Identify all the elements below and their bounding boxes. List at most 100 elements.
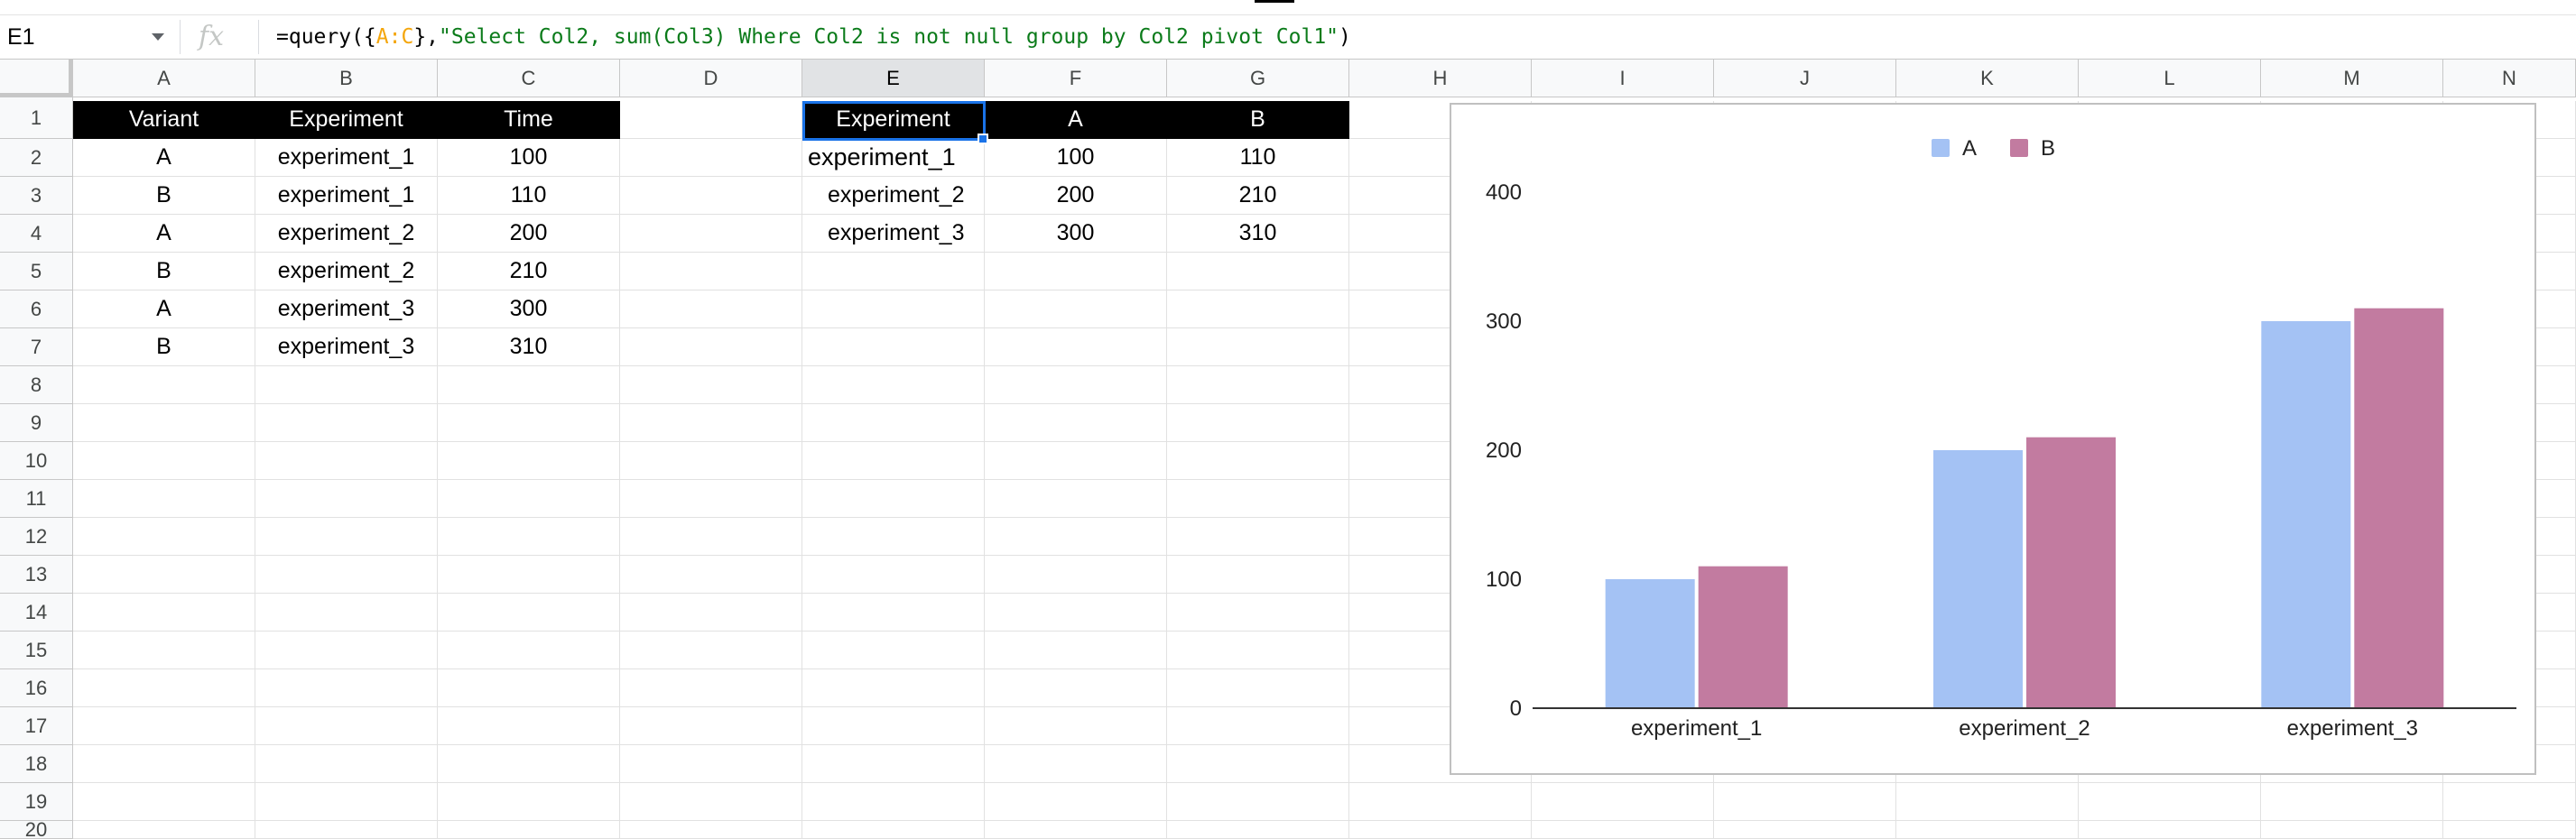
variant-cell[interactable]: B — [73, 253, 255, 290]
grid-cell[interactable] — [255, 821, 438, 839]
row-header-8[interactable]: 8 — [0, 366, 73, 404]
grid-cell[interactable] — [1167, 480, 1349, 518]
grid-cell[interactable] — [620, 556, 802, 594]
grid-cell[interactable] — [620, 707, 802, 745]
grid-cell[interactable] — [985, 783, 1167, 821]
pivot-b-cell[interactable]: 310 — [1167, 215, 1349, 253]
pivot-experiment-cell[interactable]: experiment_3 — [802, 215, 985, 253]
grid-cell[interactable] — [1167, 328, 1349, 366]
grid-cell[interactable] — [620, 101, 802, 139]
grid-cell[interactable] — [73, 669, 255, 707]
bar-chart[interactable]: 0 100 200 300 400 experiment_1 experiment_2 exp… — [1450, 103, 2536, 775]
grid-cell[interactable] — [620, 290, 802, 328]
grid-cell[interactable] — [1167, 442, 1349, 480]
column-header-d[interactable]: D — [620, 60, 802, 97]
column-header-g[interactable]: G — [1167, 60, 1349, 97]
grid-cell[interactable] — [73, 707, 255, 745]
grid-cell[interactable] — [255, 366, 438, 404]
grid-cell[interactable] — [802, 745, 985, 783]
grid-cell[interactable] — [73, 404, 255, 442]
grid-cell[interactable] — [438, 442, 620, 480]
grid-cell[interactable] — [802, 480, 985, 518]
grid-cell[interactable] — [1532, 821, 1714, 839]
row-header-14[interactable]: 14 — [0, 594, 73, 632]
pivot-b-cell[interactable]: 110 — [1167, 139, 1349, 177]
chevron-down-icon[interactable] — [152, 33, 164, 41]
row-header-7[interactable]: 7 — [0, 328, 73, 366]
fill-handle[interactable] — [978, 134, 988, 144]
grid-cell[interactable] — [73, 518, 255, 556]
column-header-b[interactable]: B — [255, 60, 438, 97]
grid-cell[interactable] — [438, 669, 620, 707]
grid-cell[interactable] — [802, 442, 985, 480]
column-header-j[interactable]: J — [1714, 60, 1896, 97]
grid-cell[interactable] — [1167, 745, 1349, 783]
row-header-19[interactable]: 19 — [0, 783, 73, 821]
grid-cell[interactable] — [73, 442, 255, 480]
time-cell[interactable]: 110 — [438, 177, 620, 215]
grid-cell[interactable] — [802, 783, 985, 821]
source-header-cell[interactable]: Variant — [73, 101, 255, 139]
grid-cell[interactable] — [255, 404, 438, 442]
row-header-10[interactable]: 10 — [0, 442, 73, 480]
grid-cell[interactable] — [438, 556, 620, 594]
grid-cell[interactable] — [1167, 404, 1349, 442]
grid-cell[interactable] — [255, 783, 438, 821]
row-header-20[interactable]: 20 — [0, 820, 73, 839]
grid-cell[interactable] — [802, 556, 985, 594]
variant-cell[interactable]: B — [73, 177, 255, 215]
grid-cell[interactable] — [802, 821, 985, 839]
grid-cell[interactable] — [985, 253, 1167, 290]
select-all-corner[interactable] — [0, 60, 73, 97]
grid-cell[interactable] — [255, 745, 438, 783]
grid-cell[interactable] — [620, 821, 802, 839]
pivot-a-cell[interactable]: 200 — [985, 177, 1167, 215]
grid-cell[interactable] — [73, 745, 255, 783]
grid-cell[interactable] — [255, 707, 438, 745]
grid-cell[interactable] — [1167, 253, 1349, 290]
variant-cell[interactable]: B — [73, 328, 255, 366]
row-header-12[interactable]: 12 — [0, 518, 73, 556]
experiment-cell[interactable]: experiment_3 — [255, 328, 438, 366]
experiment-cell[interactable]: experiment_2 — [255, 253, 438, 290]
column-header-l[interactable]: L — [2079, 60, 2261, 97]
grid-cell[interactable] — [1167, 594, 1349, 632]
grid-cell[interactable] — [620, 139, 802, 177]
formula-input[interactable]: =query({A:C},"Select Col2, sum(Col3) Whe… — [276, 15, 1351, 59]
grid-cell[interactable] — [73, 594, 255, 632]
grid-cell[interactable] — [620, 518, 802, 556]
grid-cell[interactable] — [73, 821, 255, 839]
grid-cell[interactable] — [985, 442, 1167, 480]
grid-cell[interactable] — [1349, 821, 1532, 839]
row-header-16[interactable]: 16 — [0, 669, 73, 707]
grid-cell[interactable] — [73, 783, 255, 821]
column-header-n[interactable]: N — [2443, 60, 2576, 97]
grid-cell[interactable] — [438, 594, 620, 632]
time-cell[interactable]: 210 — [438, 253, 620, 290]
grid-cell[interactable] — [620, 669, 802, 707]
grid-cell[interactable] — [985, 404, 1167, 442]
grid-cell[interactable] — [1167, 366, 1349, 404]
experiment-cell[interactable]: experiment_1 — [255, 177, 438, 215]
column-header-k[interactable]: K — [1896, 60, 2079, 97]
grid-cell[interactable] — [1349, 783, 1532, 821]
grid-cell[interactable] — [1167, 290, 1349, 328]
grid-cell[interactable] — [2261, 783, 2443, 821]
grid-cell[interactable] — [255, 480, 438, 518]
grid-cell[interactable] — [255, 594, 438, 632]
grid-cell[interactable] — [985, 328, 1167, 366]
row-header-15[interactable]: 15 — [0, 632, 73, 669]
name-box[interactable]: E1 — [0, 15, 175, 59]
pivot-header-cell[interactable]: A — [985, 101, 1167, 139]
grid-cell[interactable] — [802, 290, 985, 328]
grid-cell[interactable] — [985, 480, 1167, 518]
grid-cell[interactable] — [620, 215, 802, 253]
grid-cell[interactable] — [985, 518, 1167, 556]
grid-cell[interactable] — [438, 821, 620, 839]
grid-cell[interactable] — [802, 632, 985, 669]
time-cell[interactable]: 300 — [438, 290, 620, 328]
grid-cell[interactable] — [620, 783, 802, 821]
grid-cell[interactable] — [802, 707, 985, 745]
grid-cell[interactable] — [1896, 821, 2079, 839]
grid-cell[interactable] — [620, 745, 802, 783]
